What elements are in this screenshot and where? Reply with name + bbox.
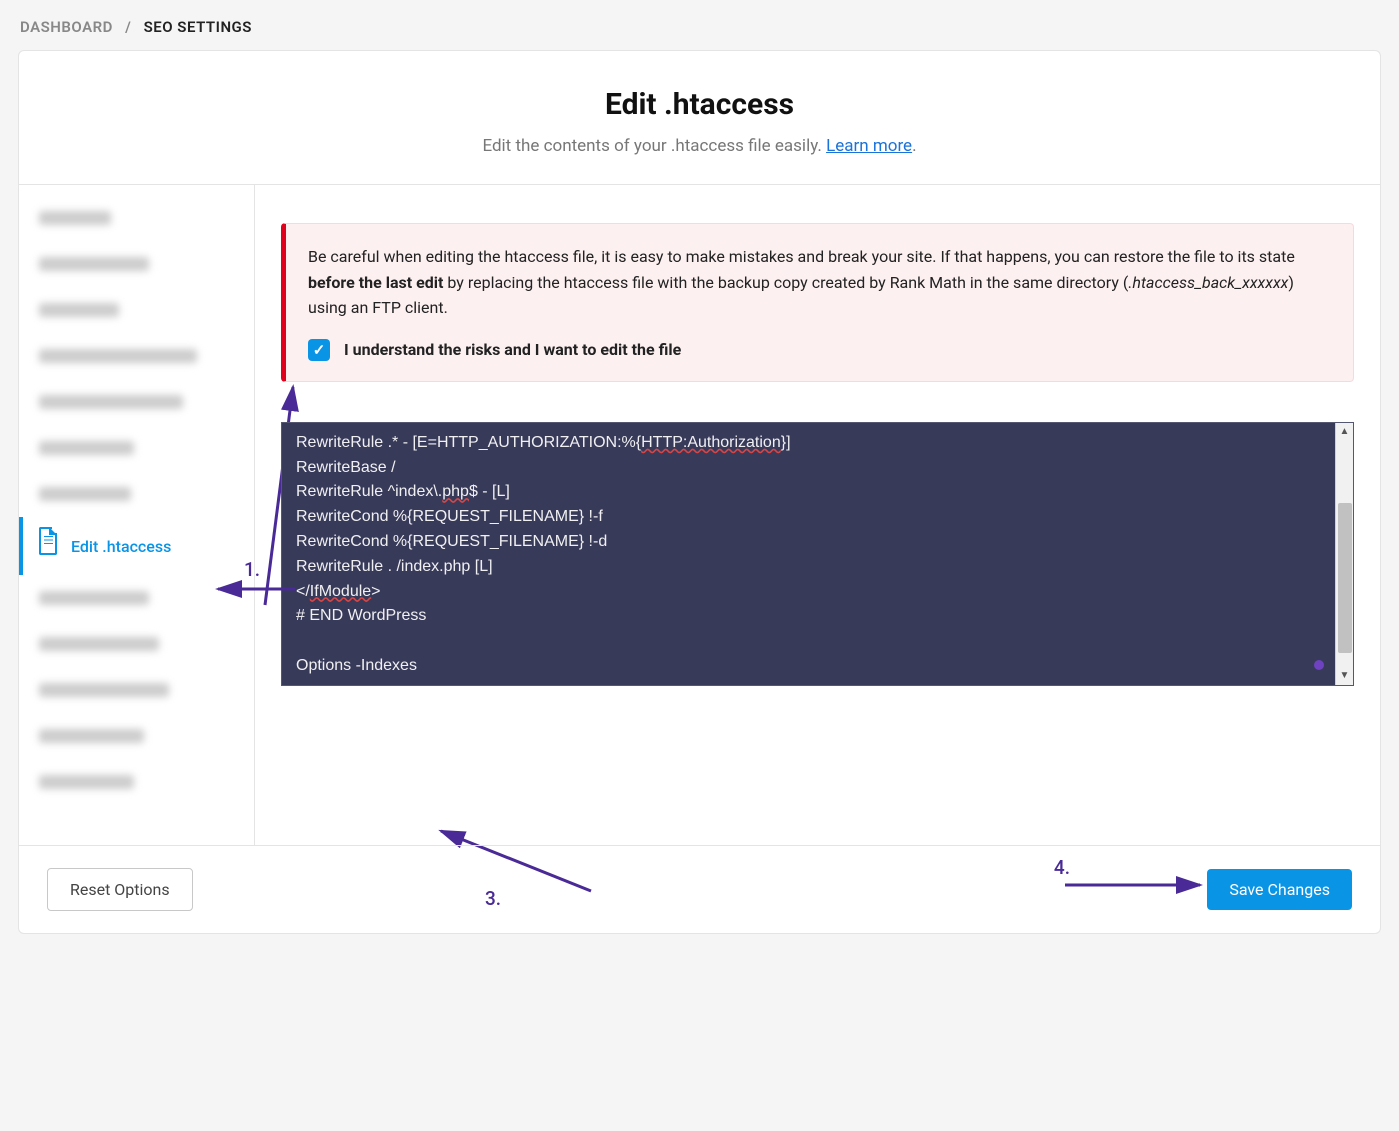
sidebar-item-blurred[interactable] — [19, 575, 254, 621]
sidebar-item-blurred[interactable] — [19, 667, 254, 713]
breadcrumb: DASHBOARD / SEO SETTINGS — [0, 0, 1399, 50]
sidebar-item-blurred[interactable] — [19, 621, 254, 667]
scrollbar[interactable]: ▲ ▼ — [1335, 423, 1353, 685]
card-body: Edit .htaccess Be careful when editing t… — [19, 185, 1380, 845]
editor-wrap: RewriteRule .* - [E=HTTP_AUTHORIZATION:%… — [281, 422, 1354, 686]
breadcrumb-sep: / — [125, 18, 131, 36]
sidebar-item-blurred[interactable] — [19, 287, 254, 333]
consent-checkbox[interactable]: ✓ — [308, 339, 330, 361]
sidebar-item-blurred[interactable] — [19, 195, 254, 241]
scroll-up-icon[interactable]: ▲ — [1336, 423, 1353, 441]
save-button[interactable]: Save Changes — [1207, 869, 1352, 910]
card-header: Edit .htaccess Edit the contents of your… — [19, 51, 1380, 185]
sidebar-item-edit-htaccess[interactable]: Edit .htaccess — [19, 517, 254, 575]
content-area: Be careful when editing the htaccess fil… — [255, 185, 1380, 845]
consent-label: I understand the risks and I want to edi… — [344, 340, 681, 359]
sidebar-item-blurred[interactable] — [19, 425, 254, 471]
annotation-dot — [1314, 660, 1324, 670]
warning-text: Be careful when editing the htaccess fil… — [308, 244, 1331, 321]
sidebar-item-blurred[interactable] — [19, 241, 254, 287]
sidebar: Edit .htaccess — [19, 185, 255, 845]
breadcrumb-root[interactable]: DASHBOARD — [20, 18, 113, 36]
file-icon — [39, 533, 57, 559]
annotation-arrow-4 — [1060, 870, 1210, 900]
footer: Reset Options 4. Save Changes — [19, 845, 1380, 933]
warning-box: Be careful when editing the htaccess fil… — [281, 223, 1354, 382]
learn-more-link[interactable]: Learn more — [826, 136, 912, 156]
settings-card: Edit .htaccess Edit the contents of your… — [18, 50, 1381, 934]
sidebar-item-label: Edit .htaccess — [71, 537, 171, 556]
annotation-label-4: 4. — [1054, 856, 1070, 879]
sidebar-item-blurred[interactable] — [19, 379, 254, 425]
breadcrumb-current: SEO SETTINGS — [144, 18, 252, 36]
sidebar-item-blurred[interactable] — [19, 333, 254, 379]
scroll-down-icon[interactable]: ▼ — [1336, 667, 1353, 685]
sidebar-item-blurred[interactable] — [19, 759, 254, 805]
page-title: Edit .htaccess — [39, 87, 1360, 122]
scroll-thumb[interactable] — [1338, 503, 1352, 653]
htaccess-editor[interactable]: RewriteRule .* - [E=HTTP_AUTHORIZATION:%… — [281, 422, 1354, 686]
reset-button[interactable]: Reset Options — [47, 868, 193, 911]
sidebar-item-blurred[interactable] — [19, 713, 254, 759]
sidebar-item-blurred[interactable] — [19, 471, 254, 517]
consent-row: ✓ I understand the risks and I want to e… — [308, 339, 1331, 361]
page-subtitle: Edit the contents of your .htaccess file… — [39, 136, 1360, 156]
